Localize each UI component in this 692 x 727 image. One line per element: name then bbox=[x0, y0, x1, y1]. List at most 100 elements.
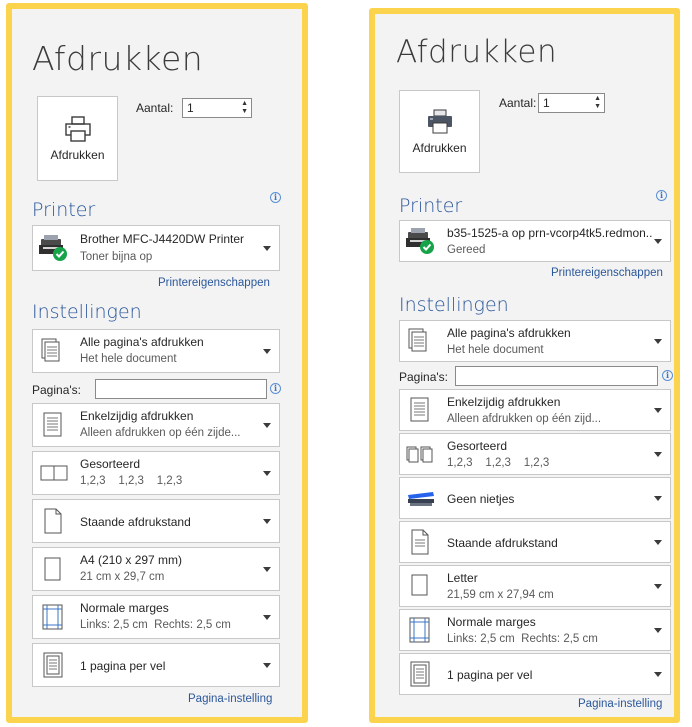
setting-orientation[interactable]: Staande afdrukstand bbox=[32, 499, 280, 543]
page-setup-link[interactable]: Pagina-instelling bbox=[188, 693, 272, 705]
chevron-down-icon bbox=[263, 615, 271, 620]
printer-icon bbox=[427, 109, 452, 133]
setting-line1: Enkelzijdig afdrukken bbox=[80, 409, 194, 423]
setting-margins[interactable]: Normale marges Links: 2,5 cm Rechts: 2,5… bbox=[32, 595, 280, 639]
chevron-down-icon bbox=[263, 519, 271, 524]
printer-properties-link[interactable]: Printereigenschappen bbox=[551, 267, 663, 279]
printer-name: Brother MFC-J4420DW Printer bbox=[80, 232, 245, 246]
paper-size-icon bbox=[44, 557, 61, 581]
chevron-down-icon bbox=[654, 672, 662, 677]
setting-sides[interactable]: Enkelzijdig afdrukken Alleen afdrukken o… bbox=[32, 403, 280, 447]
setting-line1: 1 pagina per vel bbox=[80, 659, 166, 673]
setting-line1: A4 (210 x 297 mm) bbox=[80, 553, 183, 567]
setting-paper-size[interactable]: A4 (210 x 297 mm) 21 cm x 29,7 cm bbox=[32, 547, 280, 591]
print-button[interactable]: Afdrukken bbox=[399, 90, 480, 173]
info-icon[interactable]: i bbox=[662, 370, 673, 381]
info-icon[interactable]: i bbox=[270, 192, 281, 203]
chevron-down-icon bbox=[654, 584, 662, 589]
printer-status: Toner bijna op bbox=[80, 251, 153, 263]
setting-print-range[interactable]: Alle pagina's afdrukken Het hele documen… bbox=[32, 329, 280, 373]
pages-per-sheet-icon bbox=[43, 652, 63, 678]
setting-line1: Geen nietjes bbox=[447, 492, 515, 506]
collated-icon bbox=[406, 446, 433, 463]
chevron-down-icon bbox=[263, 567, 271, 572]
copies-value: 1 bbox=[543, 96, 550, 110]
setting-line1: Enkelzijdig afdrukken bbox=[447, 395, 561, 409]
all-pages-icon bbox=[408, 328, 427, 352]
all-pages-icon bbox=[41, 338, 60, 362]
print-button[interactable]: Afdrukken bbox=[37, 96, 118, 181]
chevron-down-icon bbox=[263, 246, 271, 251]
setting-line1: Alle pagina's afdrukken bbox=[447, 326, 571, 340]
setting-pages-per-sheet[interactable]: 1 pagina per vel bbox=[32, 643, 280, 687]
print-panel-left: Afdrukken Afdrukken Aantal: 1 ▲ ▼ Printer… bbox=[6, 3, 308, 723]
printer-select[interactable]: b35-1525-a op prn-vcorp4tk5.redmon... Ge… bbox=[399, 220, 671, 262]
setting-line1: Gesorteerd bbox=[447, 439, 508, 453]
margins-icon bbox=[42, 604, 63, 630]
printer-ready-icon bbox=[406, 228, 434, 254]
setting-sides[interactable]: Enkelzijdig afdrukken Alleen afdrukken o… bbox=[399, 389, 671, 431]
setting-line2: Links: 2,5 cm Rechts: 2,5 cm bbox=[447, 633, 598, 645]
printer-name: b35-1525-a op prn-vcorp4tk5.redmon... bbox=[447, 226, 652, 240]
print-button-label: Afdrukken bbox=[412, 140, 467, 155]
printer-heading: Printer bbox=[399, 195, 463, 217]
setting-line2: Alleen afdrukken op één zijd... bbox=[447, 413, 602, 425]
setting-line2: Het hele document bbox=[80, 353, 177, 365]
print-button-label: Afdrukken bbox=[50, 147, 105, 162]
setting-paper-size[interactable]: Letter 21,59 cm x 27,94 cm bbox=[399, 565, 671, 607]
copies-label: Aantal: bbox=[499, 96, 537, 110]
printer-ready-icon bbox=[39, 235, 67, 261]
chevron-down-icon bbox=[263, 349, 271, 354]
page-setup-link[interactable]: Pagina-instelling bbox=[578, 698, 662, 710]
setting-line2: Links: 2,5 cm Rechts: 2,5 cm bbox=[80, 619, 231, 631]
spinner-arrows-icon[interactable]: ▲ ▼ bbox=[241, 100, 248, 116]
copies-value: 1 bbox=[187, 101, 194, 115]
setting-pages-per-sheet[interactable]: 1 pagina per vel bbox=[399, 653, 671, 695]
setting-stapling[interactable]: Geen nietjes bbox=[399, 477, 671, 519]
spinner-arrows-icon[interactable]: ▲ ▼ bbox=[594, 95, 601, 111]
pages-input[interactable] bbox=[455, 366, 658, 386]
pages-label: Pagina's: bbox=[399, 370, 448, 384]
print-panel-right: Afdrukken Afdrukken Aantal: 1 ▲ ▼ Printer… bbox=[369, 8, 680, 723]
page-title: Afdrukken bbox=[396, 34, 558, 70]
setting-line1: Staande afdrukstand bbox=[447, 536, 558, 550]
setting-line1: Gesorteerd bbox=[80, 457, 141, 471]
printer-icon bbox=[64, 115, 91, 142]
collated-icon bbox=[40, 465, 68, 481]
printer-status: Gereed bbox=[447, 244, 486, 256]
copies-label: Aantal: bbox=[136, 101, 174, 115]
setting-line2: 1,2,3 1,2,3 1,2,3 bbox=[80, 475, 183, 487]
portrait-icon bbox=[44, 508, 62, 534]
staple-icon bbox=[408, 492, 434, 506]
copies-stepper[interactable]: 1 ▲ ▼ bbox=[182, 98, 252, 118]
printer-properties-link[interactable]: Printereigenschappen bbox=[158, 277, 270, 289]
margins-icon bbox=[409, 617, 430, 643]
chevron-down-icon bbox=[263, 663, 271, 668]
info-icon[interactable]: i bbox=[270, 383, 281, 394]
chevron-down-icon bbox=[654, 540, 662, 545]
portrait-icon bbox=[411, 529, 429, 555]
setting-line1: Normale marges bbox=[447, 615, 536, 629]
copies-stepper[interactable]: 1 ▲ ▼ bbox=[538, 93, 605, 113]
setting-print-range[interactable]: Alle pagina's afdrukken Het hele documen… bbox=[399, 320, 671, 362]
setting-collation[interactable]: Gesorteerd 1,2,3 1,2,3 1,2,3 bbox=[399, 433, 671, 475]
one-sided-icon bbox=[410, 397, 429, 422]
settings-heading: Instellingen bbox=[399, 294, 509, 316]
setting-line1: Letter bbox=[447, 571, 478, 585]
page-title: Afdrukken bbox=[32, 39, 204, 78]
pages-input[interactable] bbox=[95, 379, 267, 399]
setting-line1: Normale marges bbox=[80, 601, 169, 615]
chevron-down-icon bbox=[654, 408, 662, 413]
chevron-down-icon bbox=[654, 628, 662, 633]
setting-orientation[interactable]: Staande afdrukstand bbox=[399, 521, 671, 563]
setting-line2: Alleen afdrukken op één zijde... bbox=[80, 427, 241, 439]
chevron-down-icon bbox=[654, 496, 662, 501]
info-icon[interactable]: i bbox=[656, 190, 667, 201]
setting-line2: 21,59 cm x 27,94 cm bbox=[447, 589, 554, 601]
setting-line2: 21 cm x 29,7 cm bbox=[80, 571, 165, 583]
setting-margins[interactable]: Normale marges Links: 2,5 cm Rechts: 2,5… bbox=[399, 609, 671, 651]
setting-collation[interactable]: Gesorteerd 1,2,3 1,2,3 1,2,3 bbox=[32, 451, 280, 495]
printer-select[interactable]: Brother MFC-J4420DW Printer Toner bijna … bbox=[32, 225, 280, 271]
chevron-down-icon bbox=[654, 239, 662, 244]
one-sided-icon bbox=[43, 412, 62, 437]
